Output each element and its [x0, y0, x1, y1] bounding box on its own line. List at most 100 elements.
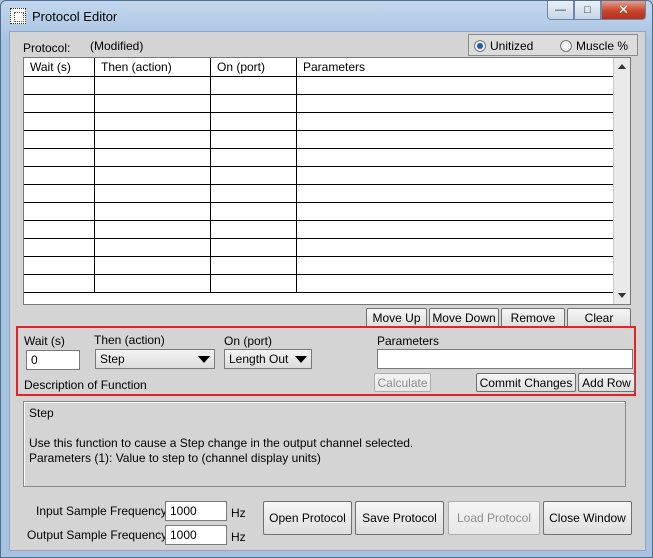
wait-label: Wait (s)	[24, 334, 65, 348]
table-row[interactable]	[24, 239, 614, 257]
port-selected-value: Length Out	[229, 352, 289, 366]
table-row[interactable]	[24, 149, 614, 167]
table-row[interactable]	[24, 77, 614, 95]
table-cell[interactable]	[297, 203, 614, 220]
table-cell[interactable]	[24, 257, 95, 274]
scroll-down-icon[interactable]	[618, 293, 626, 298]
table-cell[interactable]	[95, 221, 211, 238]
table-cell[interactable]	[211, 275, 297, 292]
table-cell[interactable]	[24, 167, 95, 184]
maximize-button[interactable]: □	[574, 1, 601, 20]
table-cell[interactable]	[211, 185, 297, 202]
table-cell[interactable]	[24, 113, 95, 130]
save-protocol-button[interactable]: Save Protocol	[355, 501, 444, 535]
table-cell[interactable]	[24, 275, 95, 292]
port-dropdown[interactable]: Length Out	[224, 349, 312, 369]
table-cell[interactable]	[211, 239, 297, 256]
table-cell[interactable]	[211, 203, 297, 220]
column-header-parameters[interactable]: Parameters	[297, 58, 614, 77]
table-cell[interactable]	[95, 257, 211, 274]
table-cell[interactable]	[297, 185, 614, 202]
table-row[interactable]	[24, 185, 614, 203]
table-cell[interactable]	[24, 221, 95, 238]
description-title: Step	[29, 406, 54, 420]
table-cell[interactable]	[24, 95, 95, 112]
column-header-action[interactable]: Then (action)	[95, 58, 211, 77]
table-cell[interactable]	[211, 149, 297, 166]
action-label: Then (action)	[94, 333, 165, 347]
table-scrollbar[interactable]	[613, 58, 630, 304]
table-cell[interactable]	[297, 239, 614, 256]
output-sample-frequency-input[interactable]: 1000	[165, 525, 227, 545]
parameters-input[interactable]	[377, 349, 633, 369]
table-cell[interactable]	[211, 257, 297, 274]
table-cell[interactable]	[95, 167, 211, 184]
table-cell[interactable]	[24, 203, 95, 220]
table-cell[interactable]	[211, 95, 297, 112]
wait-input[interactable]: 0	[26, 350, 80, 370]
table-cell[interactable]	[211, 221, 297, 238]
table-cell[interactable]	[297, 275, 614, 292]
protocol-editor-window: Protocol Editor — □ ✕ Protocol: (Modifie…	[0, 0, 653, 558]
close-window-button[interactable]: Close Window	[543, 501, 632, 535]
table-cell[interactable]	[24, 131, 95, 148]
table-cell[interactable]	[95, 95, 211, 112]
client-area: Protocol: (Modified) Unitized Muscle % W…	[9, 31, 646, 551]
scroll-up-icon[interactable]	[618, 64, 626, 69]
close-button[interactable]: ✕	[601, 1, 646, 20]
table-cell[interactable]	[24, 185, 95, 202]
unitized-radio[interactable]: Unitized	[474, 39, 533, 53]
table-cell[interactable]	[95, 131, 211, 148]
commit-changes-button[interactable]: Commit Changes	[476, 373, 576, 392]
table-row[interactable]	[24, 275, 614, 293]
table-cell[interactable]	[95, 77, 211, 94]
table-cell[interactable]	[211, 167, 297, 184]
open-protocol-button[interactable]: Open Protocol	[263, 501, 352, 535]
table-cell[interactable]	[211, 131, 297, 148]
table-cell[interactable]	[24, 77, 95, 94]
muscle-percent-radio[interactable]: Muscle %	[560, 39, 628, 53]
table-cell[interactable]	[211, 113, 297, 130]
table-cell[interactable]	[297, 149, 614, 166]
remove-button[interactable]: Remove	[501, 308, 565, 328]
table-cell[interactable]	[297, 257, 614, 274]
table-cell[interactable]	[95, 239, 211, 256]
column-header-wait[interactable]: Wait (s)	[24, 58, 95, 77]
table-cell[interactable]	[95, 203, 211, 220]
table-row[interactable]	[24, 167, 614, 185]
table-cell[interactable]	[95, 113, 211, 130]
clear-button[interactable]: Clear	[567, 308, 631, 328]
table-cell[interactable]	[24, 149, 95, 166]
table-cell[interactable]	[297, 131, 614, 148]
protocol-table: Wait (s) Then (action) On (port) Paramet…	[23, 57, 631, 305]
move-down-button[interactable]: Move Down	[429, 308, 499, 328]
action-dropdown[interactable]: Step	[95, 349, 215, 369]
table-cell[interactable]	[95, 149, 211, 166]
column-header-port[interactable]: On (port)	[211, 58, 297, 77]
table-row[interactable]	[24, 221, 614, 239]
table-cell[interactable]	[297, 221, 614, 238]
table-cell[interactable]	[24, 239, 95, 256]
muscle-percent-label: Muscle %	[576, 39, 629, 53]
calculate-button[interactable]: Calculate	[374, 373, 431, 392]
minimize-button[interactable]: —	[547, 1, 574, 20]
table-cell[interactable]	[297, 77, 614, 94]
table-row[interactable]	[24, 113, 614, 131]
mode-radio-group: Unitized Muscle %	[468, 34, 638, 56]
table-cell[interactable]	[297, 113, 614, 130]
function-description: Step Use this function to cause a Step c…	[23, 401, 626, 487]
input-sample-frequency-input[interactable]: 1000	[165, 501, 227, 521]
table-cell[interactable]	[95, 275, 211, 292]
load-protocol-button[interactable]: Load Protocol	[448, 501, 540, 535]
table-row[interactable]	[24, 95, 614, 113]
table-cell[interactable]	[297, 95, 614, 112]
table-row[interactable]	[24, 203, 614, 221]
add-row-button[interactable]: Add Row	[578, 373, 635, 392]
table-cell[interactable]	[95, 185, 211, 202]
title-bar[interactable]: Protocol Editor — □ ✕	[1, 1, 652, 31]
table-cell[interactable]	[211, 77, 297, 94]
table-cell[interactable]	[297, 167, 614, 184]
table-row[interactable]	[24, 131, 614, 149]
move-up-button[interactable]: Move Up	[366, 308, 427, 328]
table-row[interactable]	[24, 257, 614, 275]
